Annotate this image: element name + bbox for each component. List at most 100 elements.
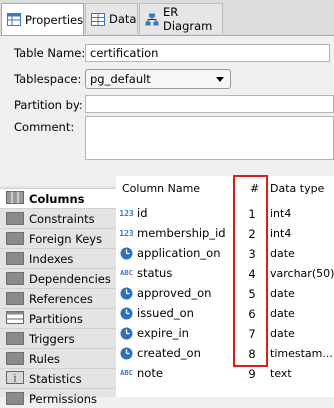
cell-data-type: int4 [270, 207, 292, 220]
tablespace-value: pg_default [90, 72, 151, 86]
columns-icon [6, 190, 24, 207]
rules-icon [6, 352, 24, 365]
partition-by-input[interactable] [85, 95, 334, 113]
sidebar-item-dependencies[interactable]: Dependencies [0, 268, 116, 288]
data-grid-icon [91, 12, 105, 26]
chevron-down-icon [216, 77, 224, 82]
column-header-name[interactable]: Column Name [122, 182, 200, 195]
cell-column-number: 6 [248, 307, 256, 321]
sidebar-item-partitions[interactable]: Partitions [0, 308, 116, 328]
column-name-text: note [137, 366, 163, 380]
table-name-input[interactable]: certification [85, 44, 330, 62]
cell-data-type: date [270, 307, 295, 320]
cell-column-name: created_on [119, 346, 201, 360]
number-type-icon: 123 [119, 228, 134, 238]
table-row[interactable]: 123 membership_id 2 int4 [116, 224, 334, 244]
column-name-text: expire_in [137, 326, 189, 340]
sidebar-item-label: Indexes [29, 251, 74, 266]
tab-er-diagram[interactable]: ER Diagram [139, 3, 223, 34]
header-divider [266, 178, 267, 202]
table-row[interactable]: 123 id 1 int4 [116, 204, 334, 224]
text-type-icon: ABC [120, 369, 133, 377]
cell-column-name: 123 id [119, 206, 148, 220]
partitions-icon [6, 310, 24, 327]
clock-icon [119, 287, 134, 300]
column-name-text: issued_on [137, 306, 194, 320]
tablespace-label: Tablespace: [14, 72, 82, 86]
tab-properties[interactable]: Properties [1, 3, 84, 35]
permissions-icon [6, 392, 24, 405]
sidebar-item-label: Columns [29, 191, 85, 206]
sidebar-item-label: Rules [29, 351, 61, 366]
column-header-type[interactable]: Data type [270, 182, 324, 195]
sidebar-item-label: Permissions [29, 391, 98, 406]
sidebar-item-permissions[interactable]: Permissions [0, 388, 116, 408]
number-type-icon: 123 [119, 208, 134, 218]
sidebar-item-label: Partitions [29, 311, 83, 326]
sidebar-item-constraints[interactable]: Constraints [0, 208, 116, 228]
header-divider [233, 178, 234, 202]
clock-icon [119, 347, 134, 360]
cell-data-type: date [270, 327, 295, 340]
column-header-num[interactable]: # [250, 182, 259, 195]
cell-column-name: ABC note [119, 366, 163, 380]
cell-data-type: timestam... [270, 347, 333, 360]
sidebar-item-label: Constraints [29, 211, 95, 226]
cell-column-name: expire_in [119, 326, 189, 340]
cell-column-name: ABC status [119, 266, 172, 280]
sidebar-item-references[interactable]: References [0, 288, 116, 308]
sidebar-item-triggers[interactable]: Triggers [0, 328, 116, 348]
column-name-text: approved_on [137, 286, 212, 300]
foreign-keys-icon [6, 232, 24, 245]
table-row[interactable]: approved_on 5 date [116, 284, 334, 304]
sidebar-item-label: Statistics [29, 371, 82, 386]
er-diagram-icon [145, 13, 159, 26]
indexes-icon [6, 252, 24, 265]
column-name-text: status [137, 266, 173, 280]
tab-label: ER Diagram [163, 5, 213, 33]
table-icon [7, 13, 21, 26]
sidebar-item-rules[interactable]: Rules [0, 348, 116, 368]
cell-column-name: 123 membership_id [119, 226, 226, 240]
cell-column-number: 7 [248, 327, 256, 341]
column-name-text: application_on [137, 246, 221, 260]
tab-data[interactable]: Data [85, 3, 138, 34]
cell-column-number: 4 [248, 267, 256, 281]
clock-icon [119, 247, 134, 260]
cell-column-number: 9 [248, 367, 256, 381]
comment-textarea[interactable] [85, 116, 334, 160]
tab-label: Properties [25, 12, 84, 27]
tablespace-select[interactable]: pg_default [85, 69, 231, 89]
sidebar-item-foreign-keys[interactable]: Foreign Keys [0, 228, 116, 248]
column-name-text: membership_id [137, 226, 226, 240]
cell-data-type: text [270, 367, 292, 380]
clock-icon [119, 327, 134, 340]
comment-label: Comment: [14, 120, 75, 134]
cell-column-name: approved_on [119, 286, 211, 300]
dependencies-icon [6, 272, 24, 285]
table-row[interactable]: ABC status 4 varchar(50) [116, 264, 334, 284]
cell-column-number: 2 [248, 227, 256, 241]
table-row[interactable]: issued_on 6 date [116, 304, 334, 324]
table-row[interactable]: created_on 8 timestam... [116, 344, 334, 364]
cell-column-number: 3 [248, 247, 256, 261]
cell-column-number: 8 [248, 347, 256, 361]
table-properties-form: Table Name: certification Tablespace: pg… [0, 36, 334, 164]
table-row[interactable]: expire_in 7 date [116, 324, 334, 344]
constraints-icon [6, 212, 24, 225]
sidebar-item-columns[interactable]: Columns [0, 188, 116, 208]
statistics-icon: i [6, 370, 24, 387]
cell-column-number: 5 [248, 287, 256, 301]
table-row[interactable]: application_on 3 date [116, 244, 334, 264]
column-name-text: created_on [137, 346, 201, 360]
sidebar-item-label: Triggers [29, 331, 75, 346]
text-type-icon: ABC [120, 269, 133, 277]
triggers-icon [6, 332, 24, 345]
column-name-text: id [137, 206, 148, 220]
sidebar-item-statistics[interactable]: i Statistics [0, 368, 116, 388]
cell-data-type: varchar(50) [270, 267, 334, 280]
table-row[interactable]: ABC note 9 text [116, 364, 334, 384]
table-header: Column Name # Data type [116, 176, 334, 204]
tab-label: Data [109, 12, 137, 26]
sidebar-item-indexes[interactable]: Indexes [0, 248, 116, 268]
